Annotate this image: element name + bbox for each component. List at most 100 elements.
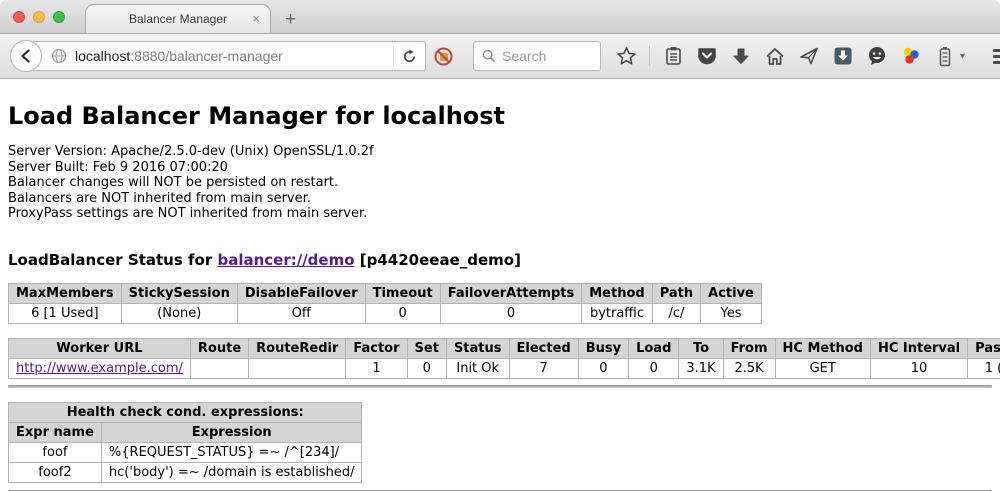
col-elected: Elected — [509, 338, 578, 358]
cell-expr-name: foof2 — [9, 462, 102, 482]
server-built-line: Server Built: Feb 9 2016 07:00:20 — [8, 160, 992, 176]
cell-hc-interval: 10 — [870, 358, 967, 378]
page-title: Load Balancer Manager for localhost — [8, 102, 992, 130]
col-method: Method — [582, 283, 652, 303]
table-header-row: Expr name Expression — [9, 422, 362, 442]
cell-failoverattempts: 0 — [440, 303, 582, 323]
cell-set: 0 — [407, 358, 446, 378]
cell-to: 3.1K — [679, 358, 723, 378]
window-controls — [13, 11, 65, 23]
cell-busy: 0 — [578, 358, 628, 378]
col-expr-name: Expr name — [9, 422, 102, 442]
col-hc-interval: HC Interval — [870, 338, 967, 358]
tab-close-icon[interactable]: × — [252, 11, 260, 26]
chevron-down-icon[interactable]: ▾ — [960, 51, 965, 62]
chat-smiley-extension-icon[interactable] — [866, 45, 888, 67]
reload-icon — [402, 49, 417, 64]
cell-expr-name: foof — [9, 442, 102, 462]
table-row: foof2 hc('body') =~ /domain is establish… — [9, 462, 362, 482]
health-table-title: Health check cond. expressions: — [9, 402, 362, 422]
pocket-icon[interactable] — [696, 45, 718, 67]
loadbalancer-status-heading: LoadBalancer Status for balancer://demo … — [8, 251, 992, 269]
download-manager-extension-icon[interactable] — [832, 45, 854, 67]
url-path: :8880/balancer-manager — [130, 48, 283, 64]
reload-button[interactable] — [400, 49, 425, 64]
url-text[interactable]: localhost:8880/balancer-manager — [75, 48, 387, 64]
page-content: Load Balancer Manager for localhost Serv… — [0, 102, 1000, 491]
plugin-blocked-icon[interactable] — [434, 47, 453, 66]
cell-timeout: 0 — [365, 303, 440, 323]
cell-expression: hc('body') =~ /domain is established/ — [101, 462, 362, 482]
col-passes: Passes — [968, 338, 1000, 358]
inherit-warning-line: Balancers are NOT inherited from main se… — [8, 191, 992, 207]
cell-active: Yes — [701, 303, 762, 323]
table-row: 6 [1 Used] (None) Off 0 0 bytraffic /c/ … — [9, 303, 762, 323]
worker-status-table: Worker URL Route RouteRedir Factor Set S… — [8, 338, 1000, 379]
col-expression: Expression — [101, 422, 362, 442]
col-failoverattempts: FailoverAttempts — [440, 283, 582, 303]
table-header-row: MaxMembers StickySession DisableFailover… — [9, 283, 762, 303]
server-info: Server Version: Apache/2.5.0-dev (Unix) … — [8, 144, 992, 222]
cell-status: Init Ok — [446, 358, 509, 378]
col-from: From — [723, 338, 775, 358]
reading-list-icon[interactable] — [662, 45, 684, 67]
colorzilla-extension-icon[interactable] — [900, 45, 922, 67]
url-host: localhost — [75, 48, 130, 64]
send-to-device-icon[interactable] — [798, 45, 820, 67]
col-hc-method: HC Method — [775, 338, 870, 358]
table-title-row: Health check cond. expressions: — [9, 402, 362, 422]
battery-extension-icon[interactable] — [934, 45, 956, 67]
col-load: Load — [629, 338, 679, 358]
downloads-icon[interactable] — [730, 45, 752, 67]
close-window-button[interactable] — [13, 11, 25, 23]
home-icon[interactable] — [764, 45, 786, 67]
bookmark-star-icon[interactable] — [615, 45, 637, 67]
cell-route — [190, 358, 248, 378]
minimize-window-button[interactable] — [33, 11, 45, 23]
status-heading-prefix: LoadBalancer Status for — [8, 251, 217, 269]
proxypass-warning-line: ProxyPass settings are NOT inherited fro… — [8, 206, 992, 222]
cell-worker-url: http://www.example.com/ — [9, 358, 191, 378]
new-tab-button[interactable]: + — [285, 10, 296, 29]
worker-url-link[interactable]: http://www.example.com/ — [16, 361, 183, 376]
cell-maxmembers: 6 [1 Used] — [9, 303, 122, 323]
menu-hamburger-icon[interactable] — [991, 45, 1000, 67]
cell-passes: 1 (0) — [968, 358, 1000, 378]
col-route: Route — [190, 338, 248, 358]
urlbar-divider — [393, 46, 394, 66]
col-path: Path — [652, 283, 700, 303]
tab-bar: Balancer Manager × + — [0, 0, 1000, 34]
col-factor: Factor — [346, 338, 407, 358]
search-input[interactable] — [502, 48, 592, 64]
cell-from: 2.5K — [723, 358, 775, 378]
horizontal-rule — [8, 385, 992, 388]
table-row: http://www.example.com/ 1 0 Init Ok 7 0 … — [9, 358, 1000, 378]
col-maxmembers: MaxMembers — [9, 283, 122, 303]
health-check-table: Health check cond. expressions: Expr nam… — [8, 402, 362, 483]
server-version-line: Server Version: Apache/2.5.0-dev (Unix) … — [8, 144, 992, 160]
tab-title: Balancer Manager — [129, 12, 227, 26]
navigation-toolbar: localhost:8880/balancer-manager — [0, 34, 1000, 79]
col-to: To — [679, 338, 723, 358]
cell-method: bytraffic — [582, 303, 652, 323]
cell-load: 0 — [629, 358, 679, 378]
cell-expression: %{REQUEST_STATUS} =~ /^[234]/ — [101, 442, 362, 462]
col-disablefailover: DisableFailover — [237, 283, 365, 303]
balancer-demo-link[interactable]: balancer://demo — [217, 251, 354, 269]
search-bar[interactable] — [473, 41, 601, 71]
col-status: Status — [446, 338, 509, 358]
toolbar-icons: ▾ — [615, 45, 1000, 67]
cell-stickysession: (None) — [121, 303, 237, 323]
col-timeout: Timeout — [365, 283, 440, 303]
site-identity-globe-icon[interactable] — [51, 48, 67, 64]
tab-balancer-manager[interactable]: Balancer Manager × — [85, 4, 271, 33]
cell-hc-method: GET — [775, 358, 870, 378]
cell-factor: 1 — [346, 358, 407, 378]
cell-path: /c/ — [652, 303, 700, 323]
zoom-window-button[interactable] — [53, 11, 65, 23]
url-bar[interactable]: localhost:8880/balancer-manager — [26, 41, 426, 71]
toolbar-divider — [649, 46, 650, 66]
url-group: localhost:8880/balancer-manager — [10, 40, 461, 72]
col-set: Set — [407, 338, 446, 358]
back-button[interactable] — [10, 40, 42, 72]
